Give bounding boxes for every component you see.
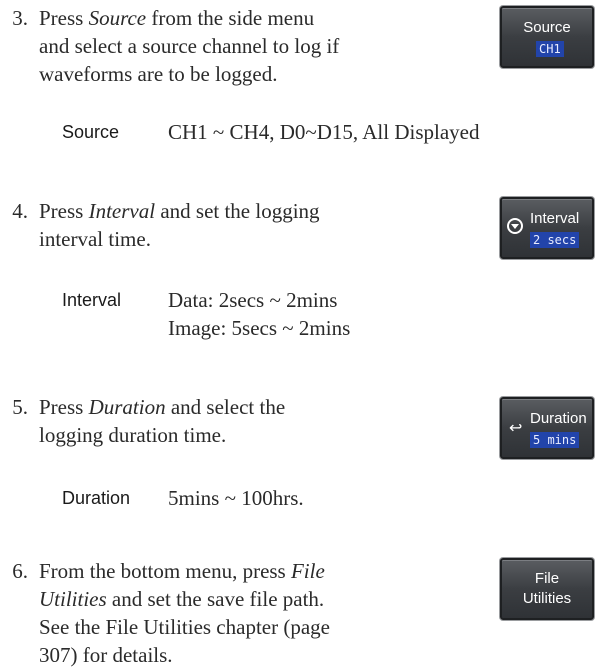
return-arrow-icon: ↩ [509, 420, 523, 437]
step-number: 5. [12, 395, 28, 419]
param-value: 5mins ~ 100hrs. [168, 486, 304, 510]
param-value: Data: 2secs ~ 2mins Image: 5secs ~ 2mins [168, 288, 351, 340]
softkey-value: 2 secs [530, 232, 580, 248]
file-utilities-softkey[interactable]: File Utilities [500, 558, 594, 620]
step-text: Press Interval and set the logging inter… [39, 199, 320, 251]
step-number: 6. [12, 559, 28, 583]
step-text: Press Duration and select the logging du… [39, 395, 286, 447]
softkey-title-line-2: Utilities [522, 590, 572, 607]
param-label: Interval [62, 290, 122, 310]
variable-knob-icon [507, 218, 523, 234]
interval-softkey[interactable]: Interval 2 secs [500, 197, 594, 259]
source-softkey[interactable]: Source CH1 [500, 6, 594, 68]
softkey-value: 5 mins [530, 432, 580, 448]
param-label: Duration [62, 488, 131, 508]
softkey-title: Duration [530, 410, 587, 427]
softkey-title: Source [523, 19, 571, 36]
softkey-title-line-1: File [534, 570, 560, 587]
step-text: From the bottom menu, press File Utiliti… [39, 559, 330, 667]
param-value: CH1 ~ CH4, D0~D15, All Displayed [168, 120, 480, 144]
param-label: Source [62, 122, 120, 142]
softkey-title: Interval [530, 210, 580, 227]
softkey-value: CH1 [536, 41, 564, 57]
step-number: 4. [12, 199, 28, 223]
step-text: Press Source from the side menu and sele… [39, 6, 340, 86]
step-number: 3. [12, 6, 28, 30]
duration-softkey[interactable]: ↩ Duration 5 mins [500, 397, 594, 459]
